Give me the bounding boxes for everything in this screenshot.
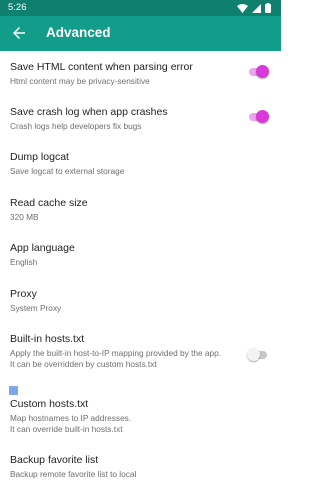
setting-save-html[interactable]: Save HTML content when parsing error Htm… xyxy=(10,61,235,87)
setting-summary-line2: It can override built-in hosts.txt xyxy=(10,423,123,434)
setting-title: Built-in hosts.txt xyxy=(10,333,85,345)
arrow-left-icon[interactable] xyxy=(10,24,28,42)
setting-custom-hosts[interactable]: Custom hosts.txt Map hostnames to IP add… xyxy=(10,398,235,434)
setting-title: Backup favorite list xyxy=(10,454,99,466)
status-time: 5:26 xyxy=(8,2,27,13)
setting-summary: System Proxy xyxy=(10,303,62,313)
setting-summary: Html content may be privacy-sensitive xyxy=(10,76,150,86)
setting-summary: English xyxy=(10,257,38,267)
setting-app-language[interactable]: App language English xyxy=(10,242,235,268)
builtin-hosts-switch[interactable] xyxy=(247,347,269,363)
setting-summary: Apply the built-in host-to-IP mapping pr… xyxy=(10,348,222,358)
floating-app-icon[interactable] xyxy=(9,386,18,395)
setting-summary-line2: It can be overridden by custom hosts.txt xyxy=(10,358,157,369)
setting-builtin-hosts[interactable]: Built-in hosts.txt Apply the built-in ho… xyxy=(10,333,235,369)
setting-title: Dump logcat xyxy=(10,151,69,163)
setting-backup-favorite[interactable]: Backup favorite list Backup remote favor… xyxy=(10,454,235,480)
signal-icon xyxy=(252,3,261,13)
setting-summary: Crash logs help developers fix bugs xyxy=(10,121,142,131)
setting-title: Save crash log when app crashes xyxy=(10,106,168,118)
setting-title: Save HTML content when parsing error xyxy=(10,61,193,73)
setting-summary: 320 MB xyxy=(10,212,39,222)
status-bar: 5:26 xyxy=(0,0,281,16)
setting-title: Custom hosts.txt xyxy=(10,398,89,410)
setting-save-crash-log[interactable]: Save crash log when app crashes Crash lo… xyxy=(10,106,235,132)
save-html-switch[interactable] xyxy=(247,64,269,80)
setting-proxy[interactable]: Proxy System Proxy xyxy=(10,288,235,314)
battery-icon xyxy=(265,3,271,13)
setting-summary: Save logcat to external storage xyxy=(10,166,125,176)
setting-dump-logcat[interactable]: Dump logcat Save logcat to external stor… xyxy=(10,151,235,177)
app-bar: Advanced xyxy=(0,16,281,51)
save-crash-log-switch[interactable] xyxy=(247,109,269,125)
setting-title: App language xyxy=(10,242,75,254)
setting-summary: Backup remote favorite list to local xyxy=(10,469,137,479)
setting-read-cache-size[interactable]: Read cache size 320 MB xyxy=(10,197,235,223)
page-title: Advanced xyxy=(46,25,111,40)
status-icons xyxy=(237,3,271,13)
setting-summary: Map hostnames to IP addresses. xyxy=(10,413,132,423)
setting-title: Proxy xyxy=(10,288,37,300)
wifi-icon xyxy=(237,3,248,13)
setting-title: Read cache size xyxy=(10,197,88,209)
